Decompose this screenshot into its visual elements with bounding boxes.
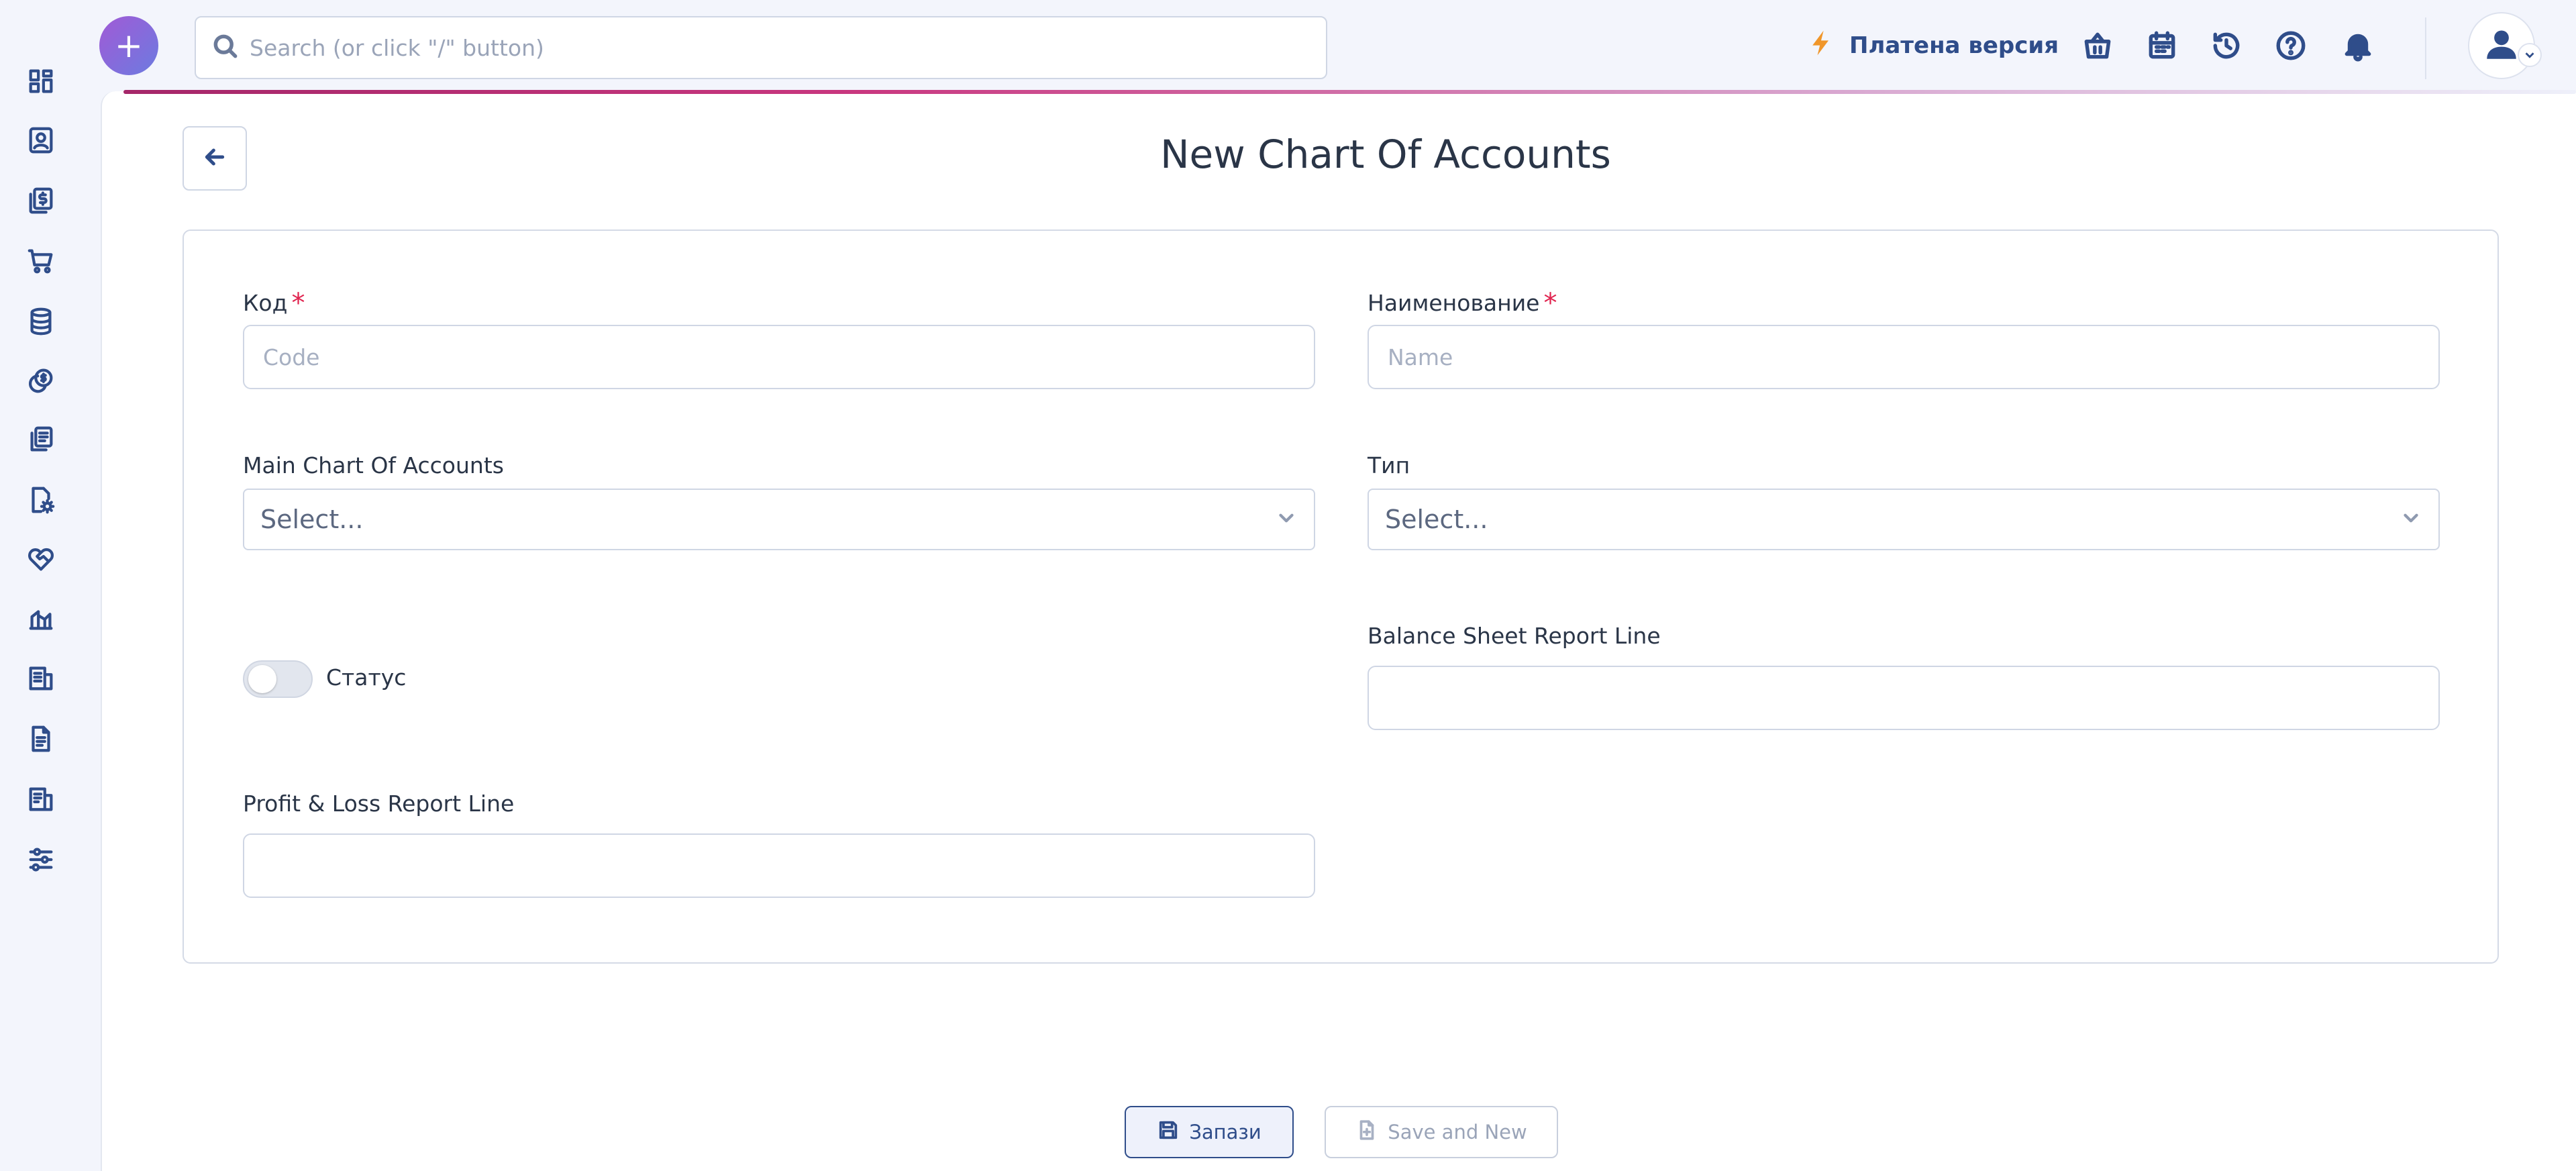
sliders-icon[interactable] bbox=[24, 843, 58, 876]
arrow-left-icon bbox=[201, 144, 228, 173]
add-button[interactable]: + bbox=[99, 16, 158, 75]
floppy-disk-icon bbox=[1157, 1119, 1180, 1146]
user-icon bbox=[2482, 25, 2521, 66]
calendar-icon[interactable] bbox=[2143, 27, 2181, 64]
balance-sheet-input[interactable] bbox=[1368, 666, 2440, 730]
required-asterisk: * bbox=[291, 288, 305, 319]
chevron-down-icon[interactable] bbox=[2518, 43, 2542, 67]
required-asterisk: * bbox=[1543, 288, 1557, 319]
search-input[interactable] bbox=[250, 34, 1296, 61]
save-button[interactable]: Запази bbox=[1125, 1106, 1294, 1158]
add-button-label: + bbox=[115, 26, 143, 65]
name-input[interactable] bbox=[1368, 325, 2440, 389]
name-label: Наименование * bbox=[1368, 290, 1557, 317]
code-input[interactable] bbox=[243, 325, 1315, 389]
main-chart-select[interactable]: Select... bbox=[243, 489, 1315, 550]
settings-file-icon[interactable] bbox=[24, 483, 58, 517]
basket-icon[interactable] bbox=[2079, 27, 2116, 64]
paid-version-link[interactable]: Платена версия bbox=[1806, 24, 2059, 67]
type-select[interactable]: Select... bbox=[1368, 489, 2440, 550]
lightning-icon bbox=[1806, 27, 1836, 65]
status-toggle[interactable] bbox=[243, 660, 313, 698]
sidebar bbox=[0, 0, 82, 1171]
ledger-icon[interactable] bbox=[24, 782, 58, 816]
topbar-divider bbox=[2425, 17, 2426, 79]
coins-icon[interactable] bbox=[24, 364, 58, 397]
search-bar[interactable] bbox=[195, 16, 1327, 79]
save-and-new-button[interactable]: Save and New bbox=[1325, 1106, 1558, 1158]
report-icon[interactable] bbox=[24, 662, 58, 695]
dashboard-icon[interactable] bbox=[24, 64, 58, 98]
handshake-icon[interactable] bbox=[24, 542, 58, 576]
name-label-text: Наименование bbox=[1368, 290, 1540, 316]
type-label: Тип bbox=[1368, 452, 1410, 478]
profit-loss-input[interactable] bbox=[243, 833, 1315, 898]
save-and-new-label: Save and New bbox=[1388, 1121, 1527, 1143]
file-plus-icon bbox=[1355, 1119, 1378, 1146]
page-title: New Chart Of Accounts bbox=[1160, 132, 1611, 177]
cart-icon[interactable] bbox=[24, 244, 58, 278]
search-icon bbox=[211, 32, 240, 64]
type-select-value: Select... bbox=[1385, 505, 1488, 534]
invoices-icon[interactable] bbox=[24, 184, 58, 217]
main-chart-label: Main Chart Of Accounts bbox=[243, 452, 504, 478]
back-button[interactable] bbox=[183, 126, 247, 191]
contacts-icon[interactable] bbox=[24, 123, 58, 157]
notifications-bell-icon[interactable] bbox=[2339, 27, 2377, 64]
chevron-down-icon bbox=[1275, 507, 1298, 532]
help-icon[interactable] bbox=[2272, 27, 2310, 64]
history-icon[interactable] bbox=[2208, 27, 2245, 64]
paid-version-label: Платена версия bbox=[1849, 32, 2059, 59]
database-icon[interactable] bbox=[24, 305, 58, 338]
file-text-icon[interactable] bbox=[24, 722, 58, 756]
toggle-knob bbox=[248, 665, 276, 693]
documents-icon[interactable] bbox=[24, 423, 58, 456]
profit-loss-label: Profit & Loss Report Line bbox=[243, 791, 515, 817]
chart-icon[interactable] bbox=[24, 601, 58, 635]
save-button-label: Запази bbox=[1189, 1121, 1261, 1143]
chevron-down-icon bbox=[2400, 507, 2422, 532]
main-chart-select-value: Select... bbox=[260, 505, 364, 534]
code-label: Код * bbox=[243, 290, 305, 317]
status-label: Статус bbox=[326, 664, 407, 691]
code-label-text: Код bbox=[243, 290, 288, 316]
balance-sheet-label: Balance Sheet Report Line bbox=[1368, 623, 1661, 649]
accent-divider bbox=[123, 90, 2576, 94]
